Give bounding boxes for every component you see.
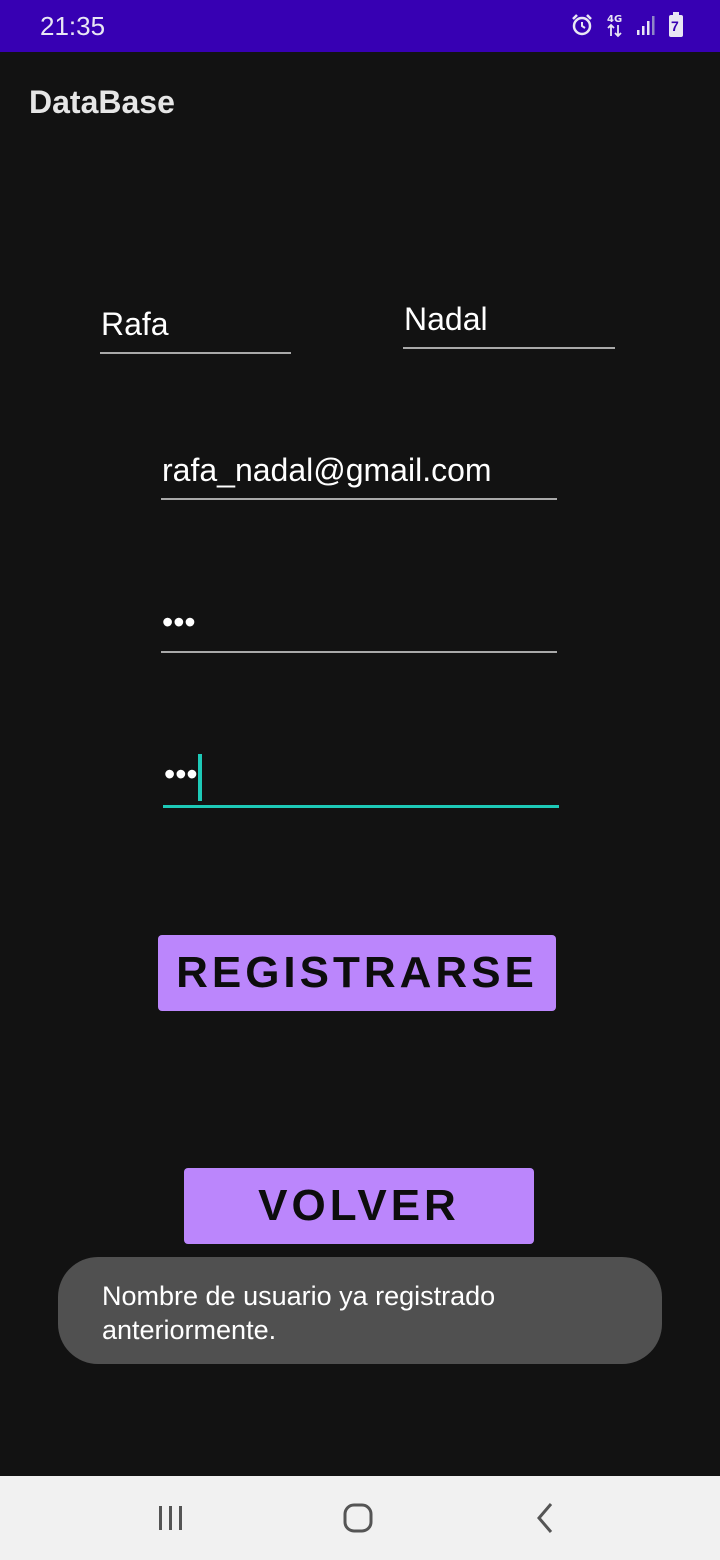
text-cursor bbox=[198, 754, 202, 801]
battery-level: 7 bbox=[671, 18, 679, 34]
toast-message: Nombre de usuario ya registrado anterior… bbox=[58, 1257, 662, 1364]
password-field[interactable]: ••• bbox=[161, 604, 557, 653]
register-button[interactable]: REGISTRARSE bbox=[158, 935, 556, 1011]
back-icon[interactable] bbox=[526, 1498, 566, 1538]
home-icon[interactable] bbox=[338, 1498, 378, 1538]
status-time: 21:35 bbox=[40, 11, 106, 41]
battery-icon: 7 bbox=[668, 12, 684, 38]
navigation-bar bbox=[0, 1476, 720, 1560]
signal-icon bbox=[636, 14, 656, 36]
confirm-password-field[interactable]: ••• bbox=[163, 756, 559, 808]
status-icons: 4G 7 bbox=[570, 12, 684, 38]
recent-apps-icon[interactable] bbox=[151, 1498, 191, 1538]
alarm-icon bbox=[570, 13, 594, 37]
status-bar: 21:35 4G 7 bbox=[0, 0, 720, 52]
email-field[interactable]: rafa_nadal@gmail.com bbox=[161, 452, 557, 500]
4g-data-icon: 4G bbox=[606, 12, 624, 38]
app-title: DataBase bbox=[29, 84, 175, 120]
first-name-field[interactable]: Rafa bbox=[100, 306, 291, 354]
back-button[interactable]: VOLVER bbox=[184, 1168, 534, 1244]
svg-text:4G: 4G bbox=[607, 14, 622, 25]
last-name-field[interactable]: Nadal bbox=[403, 301, 615, 349]
